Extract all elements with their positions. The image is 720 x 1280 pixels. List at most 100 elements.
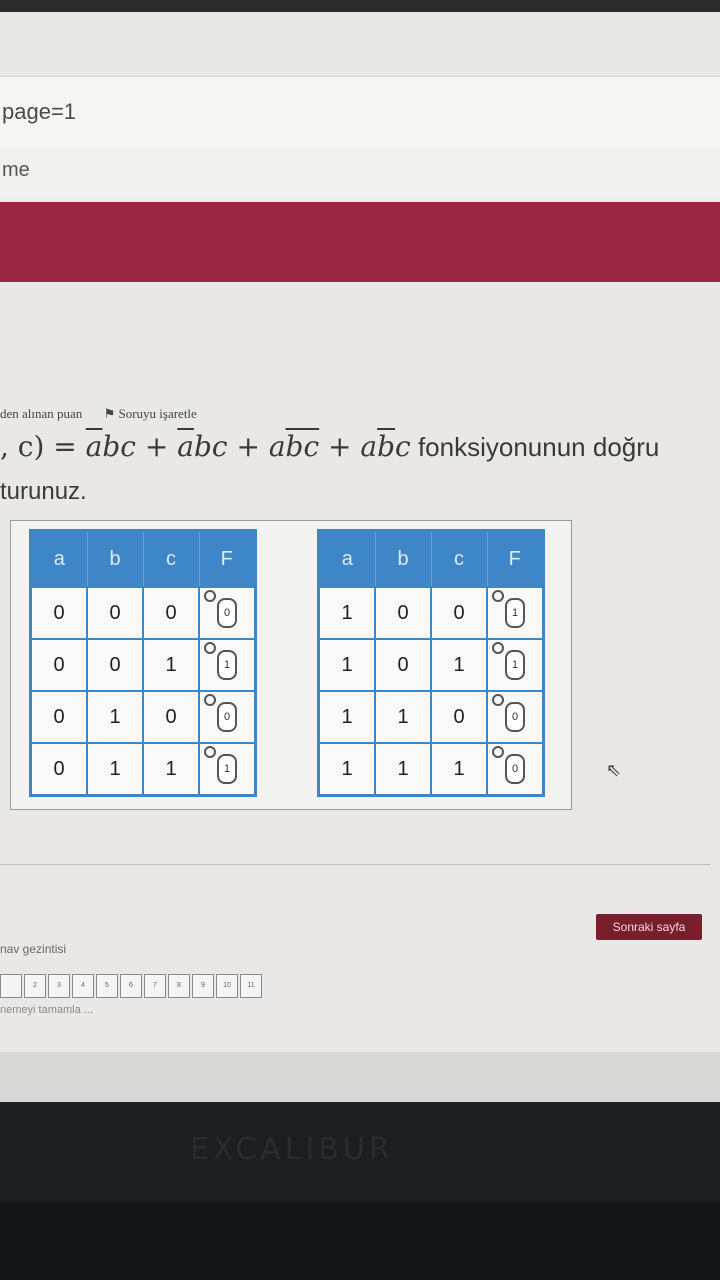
cell-f-input[interactable]: 1 bbox=[486, 586, 545, 640]
points-label: den alınan puan bbox=[0, 406, 83, 421]
cell-a: 1 bbox=[317, 690, 376, 744]
cell-f-input[interactable]: 0 bbox=[486, 742, 545, 797]
drag-handle-icon bbox=[204, 746, 216, 758]
cell-a: 0 bbox=[29, 690, 88, 744]
table-row: 1 1 1 0 bbox=[317, 742, 545, 797]
nav-page-box[interactable] bbox=[0, 974, 22, 998]
flag-question-link[interactable]: ⚑ Soruyu işaretle bbox=[104, 406, 197, 421]
drag-handle-icon bbox=[492, 694, 504, 706]
monitor-bottom-bezel: EXCALIBUR bbox=[0, 1102, 720, 1280]
table-row: 1 0 1 1 bbox=[317, 638, 545, 692]
question-text-line2: turunuz. bbox=[0, 478, 87, 505]
truth-tables-box: a b c F 0 0 0 0 0 0 1 1 0 1 0 0 0 1 1 1 … bbox=[10, 520, 572, 810]
cell-c: 1 bbox=[430, 742, 488, 797]
value-chip[interactable]: 1 bbox=[505, 598, 525, 628]
page-footer-strip bbox=[0, 1052, 720, 1102]
next-page-button[interactable]: Sonraki sayfa bbox=[596, 914, 702, 940]
nav-page-box[interactable]: 5 bbox=[96, 974, 118, 998]
cell-c: 0 bbox=[430, 586, 488, 640]
col-header-c: c bbox=[430, 530, 488, 588]
value-chip[interactable]: 1 bbox=[505, 650, 525, 680]
divider bbox=[0, 864, 710, 865]
quiz-navigation-pages: 2 3 4 5 6 7 8 9 10 11 bbox=[0, 974, 262, 998]
cell-c: 0 bbox=[142, 690, 200, 744]
table-row: 0 0 1 1 bbox=[29, 638, 257, 692]
nav-page-box[interactable]: 2 bbox=[24, 974, 46, 998]
cell-b: 0 bbox=[86, 586, 144, 640]
drag-handle-icon bbox=[204, 694, 216, 706]
cell-c: 0 bbox=[430, 690, 488, 744]
bookmark-item[interactable]: me bbox=[2, 159, 30, 182]
cell-c: 1 bbox=[430, 638, 488, 692]
table-row: 0 1 0 0 bbox=[29, 690, 257, 744]
question-info: den alınan puan ⚑ Soruyu işaretle bbox=[0, 406, 197, 422]
col-header-a: a bbox=[318, 530, 376, 588]
address-bar-text[interactable]: page=1 bbox=[2, 99, 76, 125]
quiz-content: den alınan puan ⚑ Soruyu işaretle , c) =… bbox=[0, 282, 720, 1102]
nav-page-box[interactable]: 8 bbox=[168, 974, 190, 998]
nav-page-box[interactable]: 3 bbox=[48, 974, 70, 998]
value-chip[interactable]: 0 bbox=[217, 702, 237, 732]
mouse-pointer-icon: ⇖ bbox=[606, 760, 622, 780]
cell-b: 0 bbox=[86, 638, 144, 692]
cell-c: 0 bbox=[142, 586, 200, 640]
cell-c: 1 bbox=[142, 742, 200, 797]
nav-page-box[interactable]: 7 bbox=[144, 974, 166, 998]
cell-b: 1 bbox=[374, 742, 432, 797]
browser-screen: page=1 me den alınan puan ⚑ Soruyu işare… bbox=[0, 12, 720, 1102]
table-row: 0 1 1 1 bbox=[29, 742, 257, 797]
value-chip[interactable]: 1 bbox=[217, 754, 237, 784]
nav-page-box[interactable]: 11 bbox=[240, 974, 262, 998]
monitor-top-bezel bbox=[0, 0, 720, 12]
cell-b: 1 bbox=[86, 742, 144, 797]
question-text: , c) = abc + abc + abc + abc fonksiyonun… bbox=[0, 430, 659, 463]
site-header-bar bbox=[0, 202, 720, 282]
value-chip[interactable]: 0 bbox=[217, 598, 237, 628]
value-chip[interactable]: 0 bbox=[505, 754, 525, 784]
cell-a: 1 bbox=[317, 638, 376, 692]
cell-b: 0 bbox=[374, 586, 432, 640]
col-header-a: a bbox=[30, 530, 88, 588]
col-header-b: b bbox=[86, 530, 144, 588]
question-text-tail: fonksiyonunun doğru bbox=[410, 432, 660, 462]
nav-page-box[interactable]: 9 bbox=[192, 974, 214, 998]
cell-f-input[interactable]: 1 bbox=[198, 638, 257, 692]
cell-f-input[interactable]: 0 bbox=[198, 690, 257, 744]
finish-attempt-link[interactable]: nemeyi tamamla ... bbox=[0, 1004, 93, 1016]
cell-b: 0 bbox=[374, 638, 432, 692]
nav-page-box[interactable]: 6 bbox=[120, 974, 142, 998]
col-header-b: b bbox=[374, 530, 432, 588]
col-header-f: F bbox=[486, 530, 544, 588]
cell-f-input[interactable]: 1 bbox=[198, 742, 257, 797]
table-row: 1 0 0 1 bbox=[317, 586, 545, 640]
boolean-formula: , c) = abc + abc + abc + abc bbox=[0, 430, 411, 463]
truth-table-left: a b c F 0 0 0 0 0 0 1 1 0 1 0 0 0 1 1 1 bbox=[29, 529, 257, 797]
cell-f-input[interactable]: 0 bbox=[198, 586, 257, 640]
cell-c: 1 bbox=[142, 638, 200, 692]
drag-handle-icon bbox=[204, 642, 216, 654]
nav-page-box[interactable]: 4 bbox=[72, 974, 94, 998]
cell-a: 1 bbox=[317, 742, 376, 797]
drag-handle-icon bbox=[492, 746, 504, 758]
nav-page-box[interactable]: 10 bbox=[216, 974, 238, 998]
table-row: 1 1 0 0 bbox=[317, 690, 545, 744]
cell-a: 0 bbox=[29, 742, 88, 797]
bookmarks-bar: me bbox=[0, 147, 720, 199]
value-chip[interactable]: 1 bbox=[217, 650, 237, 680]
col-header-f: F bbox=[198, 530, 256, 588]
cell-f-input[interactable]: 1 bbox=[486, 638, 545, 692]
address-bar[interactable]: page=1 bbox=[0, 76, 720, 148]
monitor-brand-logo: EXCALIBUR bbox=[190, 1132, 394, 1167]
drag-handle-icon bbox=[492, 642, 504, 654]
formula-prefix: , c) = bbox=[0, 430, 86, 463]
drag-handle-icon bbox=[492, 590, 504, 602]
value-chip[interactable]: 0 bbox=[505, 702, 525, 732]
cell-f-input[interactable]: 0 bbox=[486, 690, 545, 744]
cell-b: 1 bbox=[86, 690, 144, 744]
desk-surface bbox=[0, 1202, 720, 1280]
flag-question-label[interactable]: Soruyu işaretle bbox=[118, 406, 196, 421]
col-header-c: c bbox=[142, 530, 200, 588]
cell-a: 1 bbox=[317, 586, 376, 640]
quiz-navigation-label: nav gezintisi bbox=[0, 942, 67, 956]
drag-handle-icon bbox=[204, 590, 216, 602]
